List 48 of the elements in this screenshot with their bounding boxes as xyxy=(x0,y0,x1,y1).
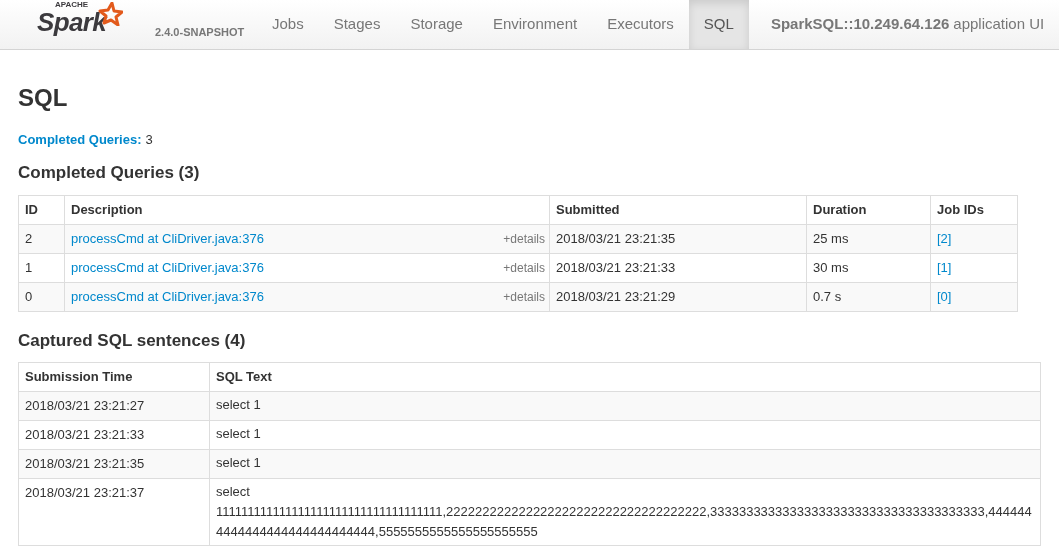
table-cell: 0.7 s xyxy=(806,282,931,312)
nav-tab[interactable]: Executors xyxy=(592,0,689,49)
query-link[interactable]: processCmd at CliDriver.java:376 xyxy=(71,259,264,277)
nav-tab[interactable]: SQL xyxy=(688,0,749,49)
table-cell: 2018/03/21 23:21:35 xyxy=(18,449,210,478)
nav-tab[interactable]: Storage xyxy=(395,0,478,49)
details-link[interactable]: +details xyxy=(503,230,545,248)
query-link[interactable]: processCmd at CliDriver.java:376 xyxy=(71,230,264,248)
column-header[interactable]: Submitted xyxy=(549,195,807,225)
column-header[interactable]: Description xyxy=(64,195,550,225)
column-header: SQL Text xyxy=(209,362,1041,391)
table-cell: 2018/03/21 23:21:29 xyxy=(549,282,807,312)
column-header[interactable]: Job IDs xyxy=(930,195,1018,225)
table-cell: select 1 xyxy=(209,420,1041,449)
spark-logo[interactable]: APACHE Spark xyxy=(37,0,123,40)
table-cell: 2018/03/21 23:21:35 xyxy=(549,224,807,254)
table-cell: 2 xyxy=(18,224,65,254)
details-link[interactable]: +details xyxy=(503,259,545,277)
column-header[interactable]: ID xyxy=(18,195,65,225)
section-heading: Captured SQL sentences (4) xyxy=(18,330,247,352)
section-heading: Completed Queries (3) xyxy=(18,161,201,184)
table-cell: 30 ms xyxy=(806,253,931,283)
page-title: SQL xyxy=(18,86,69,110)
job-link[interactable]: [2] xyxy=(937,231,952,246)
summary-count: 3 xyxy=(145,131,153,149)
nav-tab[interactable]: Jobs xyxy=(257,0,319,49)
table-cell: select 1 xyxy=(209,449,1041,478)
app-name: SparkSQL::10.249.64.126 xyxy=(770,14,950,35)
job-link[interactable]: [0] xyxy=(937,289,952,304)
query-link[interactable]: processCmd at CliDriver.java:376 xyxy=(71,288,264,306)
table-cell: select 1 xyxy=(209,391,1041,420)
column-header: Submission Time xyxy=(18,362,210,391)
details-link[interactable]: +details xyxy=(503,288,545,306)
table-cell: 1 xyxy=(18,253,65,283)
table-cell: 2018/03/21 23:21:33 xyxy=(549,253,807,283)
nav-tab[interactable]: Environment xyxy=(477,0,593,49)
column-header[interactable]: Duration xyxy=(806,195,931,225)
table-cell: 0 xyxy=(18,282,65,312)
version-label: 2.4.0-SNAPSHOT xyxy=(155,24,245,40)
nav-tab[interactable]: Stages xyxy=(318,0,396,49)
summary-link[interactable]: Completed Queries: xyxy=(18,130,142,150)
table-cell: 2018/03/21 23:21:33 xyxy=(18,420,210,449)
table-cell: 25 ms xyxy=(806,224,931,254)
table-cell: 2018/03/21 23:21:37 xyxy=(18,478,210,545)
app-suffix: application UI xyxy=(953,14,1045,35)
job-link[interactable]: [1] xyxy=(937,260,952,275)
table-cell: select 111111111111111111111111111111111111,222222222222222222222222222222222222,33333333333333333333333333333333333333,4444444444444444444444444444,5555555555555555555555 xyxy=(209,478,1041,545)
table-cell: 2018/03/21 23:21:27 xyxy=(18,391,210,420)
